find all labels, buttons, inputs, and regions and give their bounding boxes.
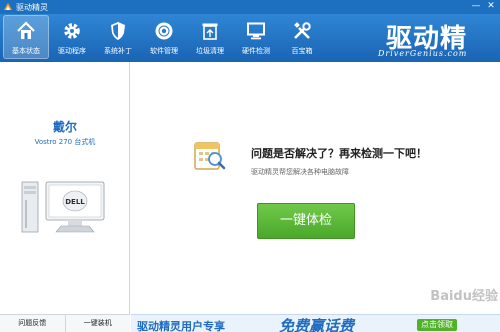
desktop-computer-icon: DELL xyxy=(21,181,105,233)
device-model: Vostro 270 台式机 xyxy=(34,138,96,146)
nav-junk-cleanup[interactable]: 垃圾清理 xyxy=(187,15,233,59)
baidu-watermark: Baidu经验 xyxy=(430,289,498,304)
brand-logo: 驱动精灵 DriverGenius.com xyxy=(378,18,488,91)
monitor-icon xyxy=(247,22,265,40)
monitor-logo: DELL xyxy=(65,198,85,206)
nav-label: 基本状态 xyxy=(12,47,40,55)
main-toolbar: 基本状态 驱动程序 系统补丁 软件管理 垃圾清理 硬件检测 百宝箱 驱动精 Dr… xyxy=(0,14,500,91)
prompt-title: 问题是否解决了？再来检测一下吧！ xyxy=(251,147,427,160)
minimize-icon[interactable]: — xyxy=(470,1,482,12)
banner-cta-button[interactable]: 点击领取 xyxy=(417,319,457,331)
banner-text-user: 驱动精灵用户专享 xyxy=(137,320,225,332)
prompt-subtitle: 驱动精灵帮您解决各种电脑故障 xyxy=(251,168,349,176)
app-logo-icon xyxy=(4,3,12,10)
nav-label: 硬件检测 xyxy=(242,47,270,55)
main-content: 问题是否解决了？再来检测一下吧！ 驱动精灵帮您解决各种电脑故障 一键体检 驱动精… xyxy=(131,62,500,332)
nav-system-patches[interactable]: 系统补丁 xyxy=(95,15,141,59)
promo-banner[interactable]: 驱动精灵用户专享 免费赢话费 点击领取 xyxy=(131,314,500,332)
close-icon[interactable]: ✕ xyxy=(485,1,497,12)
nav-drivers[interactable]: 驱动程序 xyxy=(49,15,95,59)
device-panel: 戴尔 Vostro 270 台式机 DELL 问题反馈 一键装机 xyxy=(0,62,130,332)
trash-icon xyxy=(202,23,218,40)
left-bottom-bar: 问题反馈 一键装机 xyxy=(0,314,130,332)
nav-label: 垃圾清理 xyxy=(196,47,224,55)
gear-icon xyxy=(64,23,80,39)
nav-label: 驱动程序 xyxy=(58,47,86,55)
nav-label: 系统补丁 xyxy=(104,47,132,55)
nav-label: 百宝箱 xyxy=(291,47,313,55)
title-bar: 驱动精灵 — ✕ xyxy=(0,0,500,14)
calendar-search-icon xyxy=(194,142,226,170)
window-title: 驱动精灵 xyxy=(16,2,48,12)
tools-icon xyxy=(294,22,311,39)
disc-icon xyxy=(155,22,173,40)
shield-icon xyxy=(111,22,125,40)
nav-label: 软件管理 xyxy=(150,47,178,55)
home-icon xyxy=(17,21,35,39)
toolbar-nav: 基本状态 驱动程序 系统补丁 软件管理 垃圾清理 硬件检测 百宝箱 xyxy=(3,15,325,59)
nav-software-manager[interactable]: 软件管理 xyxy=(141,15,187,59)
nav-toolbox[interactable]: 百宝箱 xyxy=(279,15,325,59)
feedback-button[interactable]: 问题反馈 xyxy=(0,315,65,332)
one-click-check-button[interactable]: 一键体检 xyxy=(257,203,355,239)
device-brand: 戴尔 xyxy=(52,120,77,134)
banner-text-free: 免费赢话费 xyxy=(279,317,355,332)
brand-name-en: DriverGenius.com xyxy=(378,49,468,58)
nav-hardware-check[interactable]: 硬件检测 xyxy=(233,15,279,59)
one-click-install-button[interactable]: 一键装机 xyxy=(64,315,131,332)
nav-basic-status[interactable]: 基本状态 xyxy=(3,15,49,59)
